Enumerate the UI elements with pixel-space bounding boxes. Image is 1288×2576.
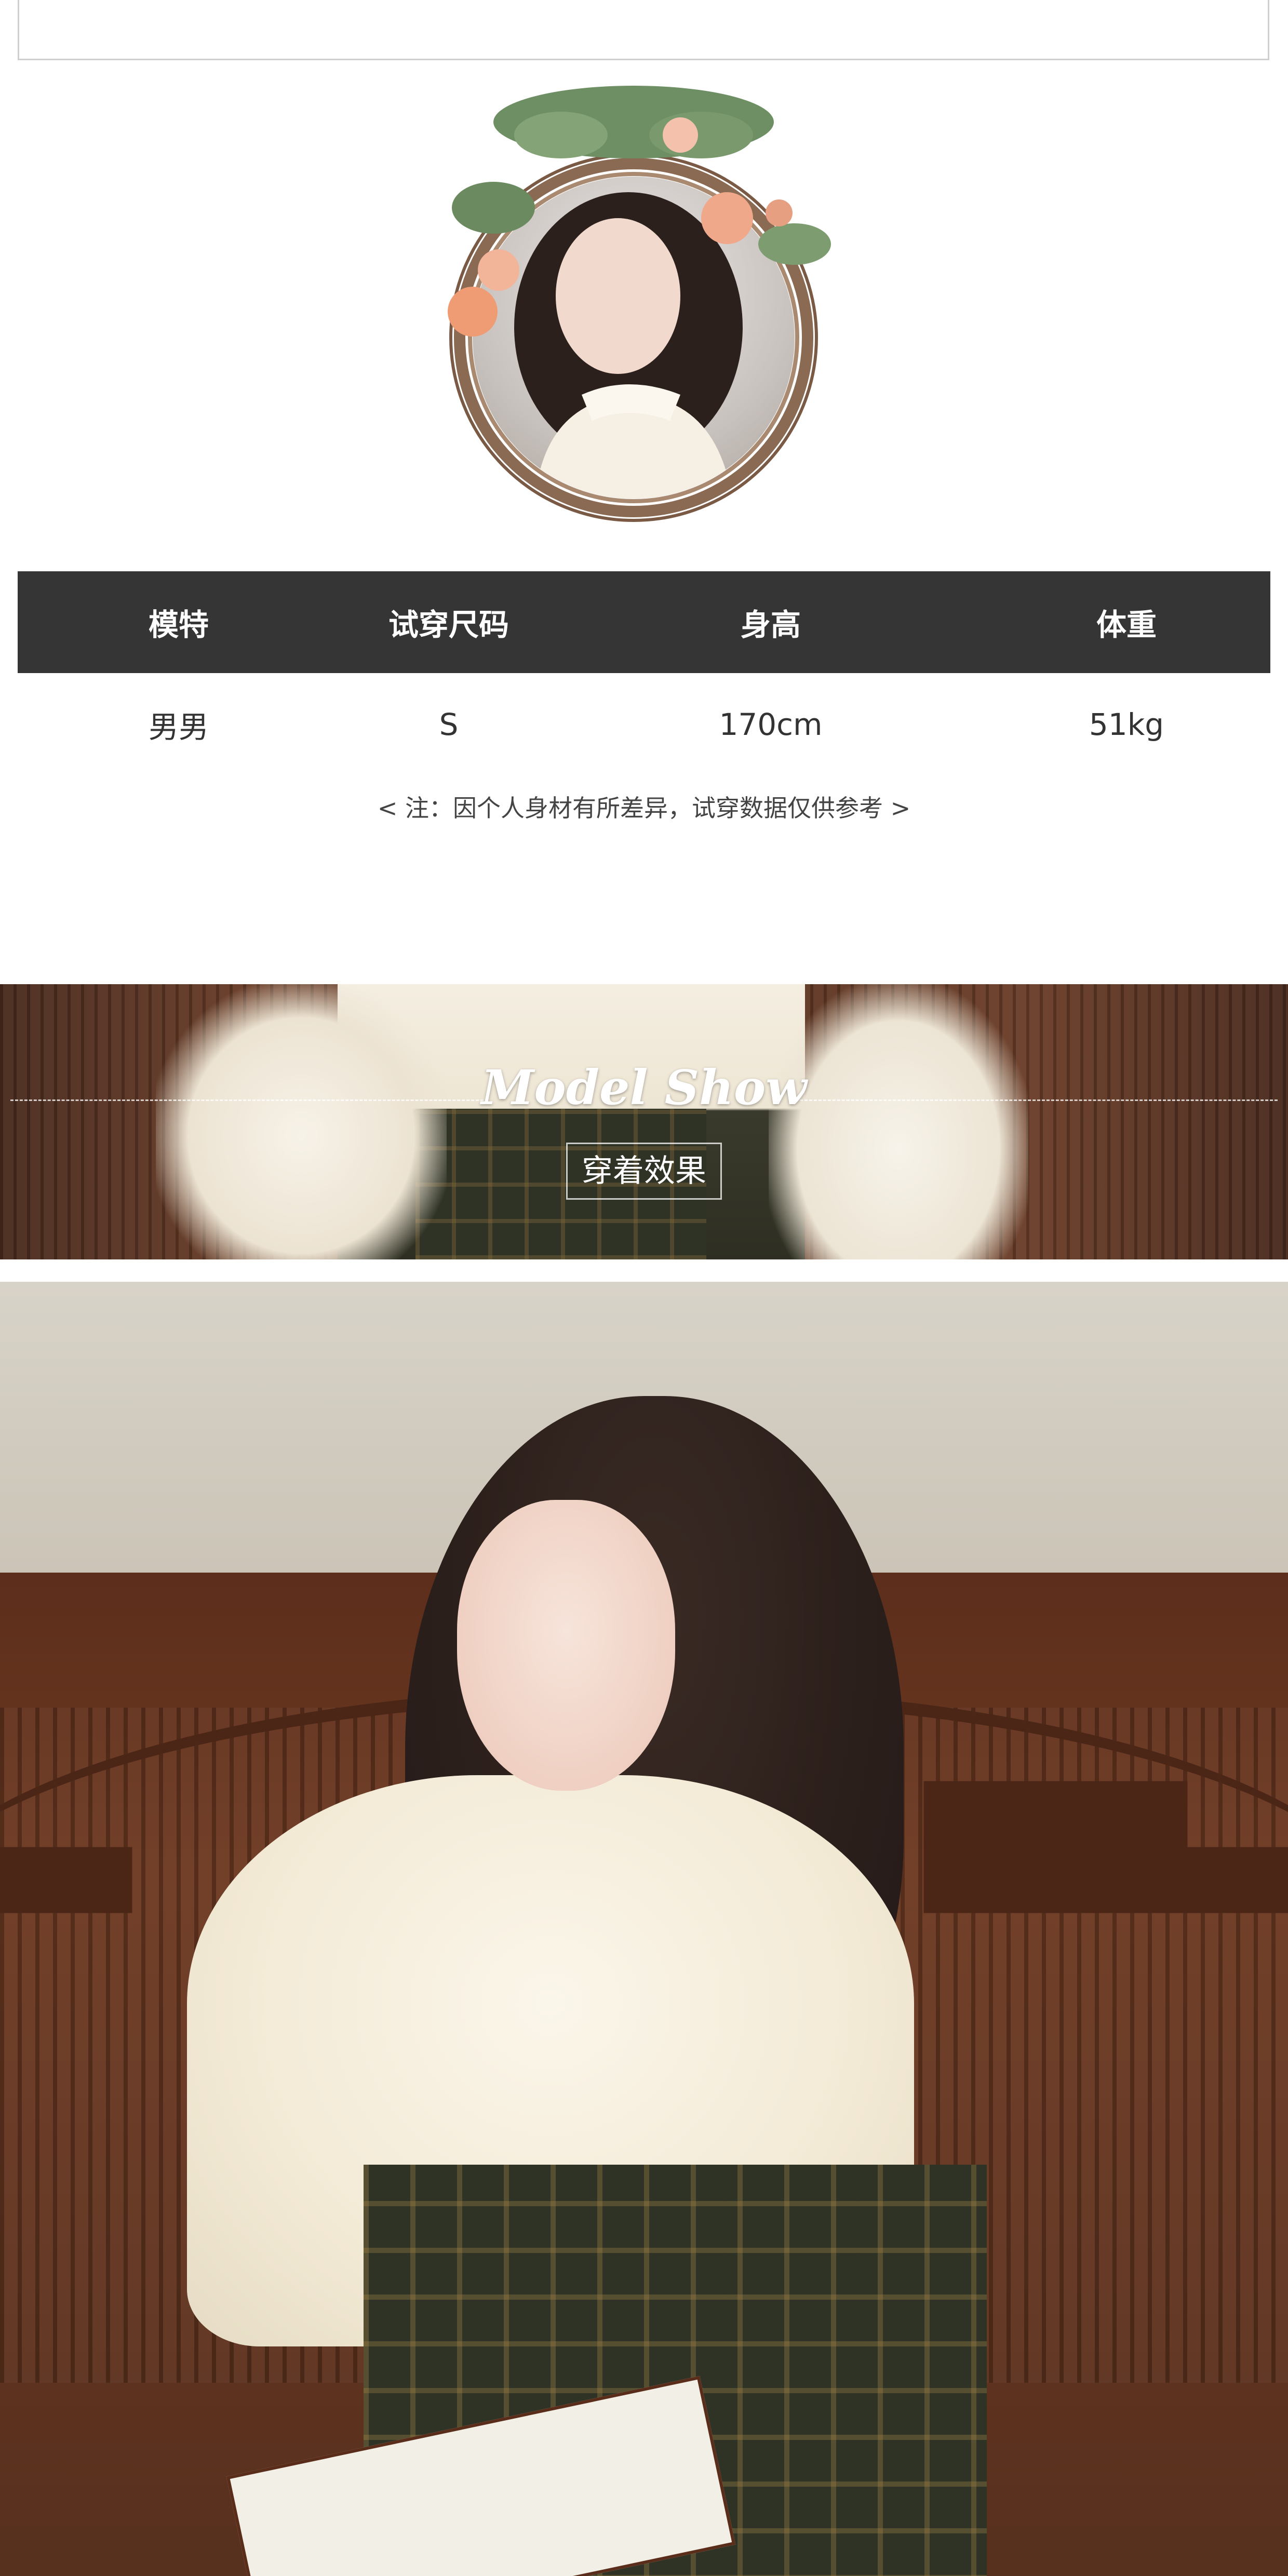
header-size: 试穿尺码 <box>388 607 509 642</box>
header-height: 身高 <box>740 607 801 642</box>
header-weight: 体重 <box>1096 607 1157 642</box>
cell-size: S <box>439 707 459 742</box>
model-show-banner <box>0 984 1288 1259</box>
wreath-illustration <box>448 86 831 522</box>
model-show-title: Model Show <box>481 1059 807 1116</box>
photo-face <box>457 1500 675 1791</box>
main-model-photo <box>0 1282 1288 2576</box>
header-model: 模特 <box>148 607 209 642</box>
wreath-portrait <box>364 73 935 530</box>
cell-weight: 51kg <box>1089 707 1164 742</box>
cell-height: 170cm <box>719 707 823 742</box>
size-note: < 注：因个人身材有所差异，试穿数据仅供参考 > <box>377 794 911 822</box>
cell-model: 男男 <box>148 709 209 745</box>
banner-sleeve-right <box>769 984 1028 1259</box>
banner-sleeve-left <box>156 984 447 1259</box>
model-show-subtitle: 穿着效果 <box>566 1143 722 1200</box>
spec-table-header: 模特 试穿尺码 身高 体重 <box>18 571 1270 673</box>
top-frame-box <box>18 0 1269 60</box>
spec-table-row: 男男 S 170cm 51kg <box>18 680 1270 769</box>
